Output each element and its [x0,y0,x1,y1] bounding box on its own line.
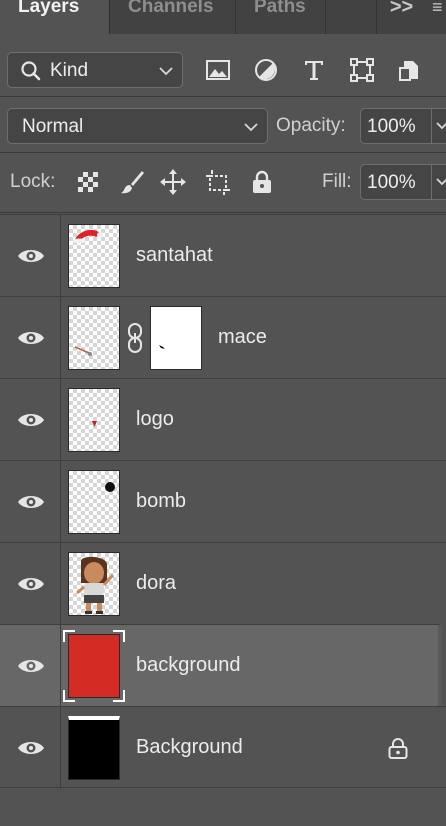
opacity-input[interactable]: 100% [360,108,432,144]
layer-name: background [136,654,241,676]
divider [60,461,61,543]
lock-artboard-icon[interactable] [204,168,232,196]
layer-name: logo [136,408,174,430]
divider [60,379,61,461]
divider [60,543,61,625]
smart-object-filter-icon[interactable] [396,56,424,84]
visibility-eye-icon[interactable] [17,246,45,266]
lock-image-pixels-icon[interactable] [118,168,146,196]
search-icon [21,61,41,81]
panel-tab-bar: Layers Channels Paths >> ≡ [0,0,446,34]
mace-image [74,346,92,356]
logo-image [92,421,97,427]
image-filter-icon[interactable] [204,56,232,84]
chevron-down-icon [159,67,173,76]
chevron-down-icon [436,122,446,130]
layer-name: dora [136,572,177,594]
layer-row-santahat[interactable]: santahat [0,214,446,297]
layer-lock-icon[interactable] [386,736,410,760]
layer-row-logo[interactable]: logo [0,378,446,461]
opacity-dropdown-button[interactable] [432,108,446,144]
layer-name: santahat [136,244,213,266]
layer-name: Background [136,736,243,758]
adjustment-filter-icon[interactable] [252,56,280,84]
filter-kind-label: Kind [50,60,89,81]
panel-menu-icon[interactable]: ≡ [426,0,446,34]
tab-paths[interactable]: Paths [236,0,326,34]
layer-thumbnail[interactable] [68,552,120,616]
layer-row-dora[interactable]: dora [0,542,446,625]
fill-input[interactable]: 100% [360,164,432,200]
selected-thumbnail-corners [63,630,125,702]
filter-kind-select[interactable]: Kind [7,52,183,88]
blend-mode-select[interactable]: Normal [7,108,268,144]
divider [60,297,61,379]
tab-channels[interactable]: Channels [110,0,236,34]
layer-row-mace[interactable]: mace [0,296,446,379]
chevron-down-icon [244,123,258,132]
chevron-down-icon [436,178,446,186]
mask-shape [159,345,165,349]
layer-name: bomb [136,490,187,512]
visibility-eye-icon[interactable] [17,328,45,348]
opacity-label: Opacity: [276,115,346,136]
visibility-eye-icon[interactable] [17,492,45,512]
divider [60,215,61,297]
layer-row-background[interactable]: background [0,624,442,707]
visibility-eye-icon[interactable] [17,410,45,430]
visibility-eye-icon[interactable] [17,574,45,594]
lock-transparent-pixels-icon[interactable] [74,168,102,196]
fill-dropdown-button[interactable] [432,164,446,200]
dora-image [76,556,115,614]
lock-label: Lock: [10,171,56,192]
tab-layers[interactable]: Layers [0,0,110,34]
santa-hat-image [73,229,103,244]
lock-all-icon[interactable] [248,168,276,196]
divider [60,707,61,789]
layer-thumbnail[interactable] [68,716,120,780]
link-chain-icon[interactable] [125,322,145,354]
lock-position-icon[interactable] [159,168,187,196]
layer-thumbnail[interactable] [68,306,120,370]
layer-mask-thumbnail[interactable] [150,306,202,370]
layer-thumbnail[interactable] [68,470,120,534]
visibility-eye-icon[interactable] [17,738,45,758]
divider [0,152,446,153]
layer-row-background-locked[interactable]: Background [0,706,446,789]
divider [0,212,446,213]
layer-thumbnail[interactable] [68,224,120,288]
layer-row-bomb[interactable]: bomb [0,460,446,543]
more-tabs-button[interactable]: >> [376,0,426,34]
divider [0,96,446,97]
fill-label: Fill: [322,171,352,192]
bomb-image [105,482,115,492]
divider [60,625,61,707]
layer-name: mace [218,326,267,348]
shape-filter-icon[interactable] [348,56,376,84]
blend-mode-value: Normal [22,116,84,137]
layer-thumbnail[interactable] [68,388,120,452]
type-filter-icon[interactable] [300,56,328,84]
visibility-eye-icon[interactable] [17,656,45,676]
